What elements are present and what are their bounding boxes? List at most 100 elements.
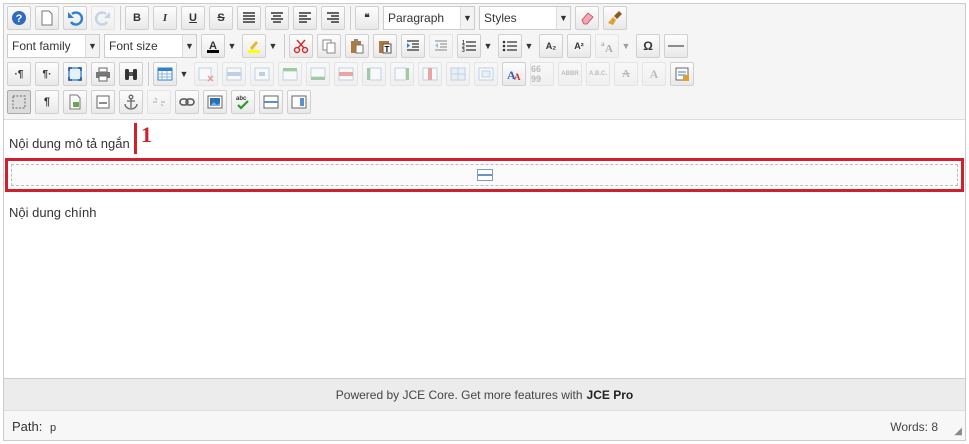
table-button[interactable] — [153, 62, 177, 86]
font-color-button[interactable]: A — [201, 34, 225, 58]
font-color-dropdown[interactable]: ▼ — [226, 34, 238, 58]
fullscreen-button[interactable] — [63, 62, 87, 86]
separator — [284, 34, 285, 58]
svg-text:?: ? — [16, 13, 23, 25]
abbr-button[interactable]: ABBR — [558, 62, 582, 86]
bold-button[interactable]: B — [125, 6, 149, 30]
redo-button[interactable] — [91, 6, 115, 30]
font-size-adjust-button[interactable]: aA — [595, 34, 619, 58]
highlight-dropdown[interactable]: ▼ — [267, 34, 279, 58]
special-char-button[interactable]: Ω — [636, 34, 660, 58]
align-right-button[interactable] — [321, 6, 345, 30]
col-before-button[interactable] — [362, 62, 386, 86]
underline-button[interactable]: U — [181, 6, 205, 30]
strikethrough-button[interactable]: S — [209, 6, 233, 30]
numbered-list-dropdown[interactable]: ▼ — [482, 34, 494, 58]
paste-text-icon: T — [379, 41, 392, 54]
paste-text-button[interactable]: T — [373, 34, 397, 58]
outdent-button[interactable] — [429, 34, 453, 58]
image-button[interactable] — [203, 90, 227, 114]
toolbar-row-3: ·¶ ¶· ▼ A A 66 99 ABBR A.B.C. A A — [7, 62, 698, 86]
indent-button[interactable] — [401, 34, 425, 58]
layout-icon — [291, 95, 307, 109]
rtl-button[interactable]: ¶· — [35, 62, 59, 86]
show-blocks-button[interactable]: ¶ — [35, 90, 59, 114]
jce-pro-link[interactable]: JCE Pro — [587, 388, 634, 402]
attribs-button[interactable] — [670, 62, 694, 86]
bullet-list-button[interactable] — [498, 34, 522, 58]
unlink-icon — [153, 97, 165, 107]
subscript-button[interactable]: A₂ — [539, 34, 563, 58]
resize-handle-icon[interactable]: ◢ — [954, 426, 962, 437]
split-cells-button[interactable] — [446, 62, 470, 86]
link-button[interactable] — [175, 90, 199, 114]
delete-row-button[interactable] — [334, 62, 358, 86]
visual-aid-button[interactable] — [7, 90, 31, 114]
anchor-button[interactable] — [119, 90, 143, 114]
undo-button[interactable] — [63, 6, 87, 30]
row-after-button[interactable] — [306, 62, 330, 86]
main-content-paragraph[interactable]: Nội dung chính — [9, 205, 96, 220]
paragraph-format-value: Paragraph — [388, 11, 445, 25]
ins-button[interactable]: A — [642, 62, 666, 86]
remove-format-button[interactable] — [575, 6, 599, 30]
font-family-value: Font family — [12, 39, 71, 53]
paragraph-format-select[interactable]: Paragraph ▼ — [383, 6, 475, 30]
row-props-button[interactable] — [222, 62, 246, 86]
readmore-icon — [263, 95, 279, 109]
path-value[interactable]: p — [50, 422, 56, 434]
paste-button[interactable] — [345, 34, 369, 58]
print-icon — [96, 67, 110, 82]
superscript-button[interactable]: A² — [567, 34, 591, 58]
new-document-button[interactable] — [35, 6, 59, 30]
merge-cells-button[interactable] — [474, 62, 498, 86]
spellcheck-button[interactable]: abc — [231, 90, 255, 114]
print-button[interactable] — [91, 62, 115, 86]
cut-button[interactable] — [289, 34, 313, 58]
cleanup-button[interactable] — [603, 6, 627, 30]
bullet-list-dropdown[interactable]: ▼ — [523, 34, 535, 58]
unlink-button[interactable] — [147, 90, 171, 114]
style-props-button[interactable]: AA — [502, 62, 526, 86]
cite-button[interactable]: 66 99 — [530, 62, 554, 86]
font-size-select[interactable]: Font size ▼ — [104, 34, 197, 58]
blockquote-button[interactable]: ❝ — [355, 6, 379, 30]
toolbar-row-2: Font family ▼ Font size ▼ A ▼ ▼ T 1 2 3 … — [7, 34, 692, 58]
delete-table-button[interactable] — [194, 62, 218, 86]
delete-col-button[interactable] — [418, 62, 442, 86]
font-size-adjust-dropdown[interactable]: ▼ — [620, 34, 632, 58]
numbered-list-button[interactable]: 123 — [457, 34, 481, 58]
del-button[interactable]: A — [614, 62, 638, 86]
editor-content[interactable]: Nội dung mô tả ngắn 1 Nội dung chính — [4, 120, 965, 378]
help-button[interactable]: ? — [7, 6, 31, 30]
copy-button[interactable] — [317, 34, 341, 58]
styles-select[interactable]: Styles ▼ — [479, 6, 571, 30]
readmore-button[interactable] — [259, 90, 283, 114]
col-after-button[interactable] — [390, 62, 414, 86]
row-before-button[interactable] — [278, 62, 302, 86]
superscript-label: A² — [574, 41, 584, 51]
template-button[interactable] — [63, 90, 87, 114]
cut-icon — [293, 39, 309, 54]
align-center-button[interactable] — [265, 6, 289, 30]
underline-label: U — [189, 12, 197, 24]
search-button[interactable] — [119, 62, 143, 86]
table-icon — [157, 67, 173, 81]
ltr-button[interactable]: ·¶ — [7, 62, 31, 86]
highlight-icon — [248, 41, 260, 53]
acronym-button[interactable]: A.B.C. — [586, 62, 610, 86]
font-color-icon: A — [207, 40, 219, 53]
horizontal-rule-button[interactable] — [664, 34, 688, 58]
cell-props-button[interactable] — [250, 62, 274, 86]
short-description-paragraph[interactable]: Nội dung mô tả ngắn — [9, 136, 130, 151]
visual-aid-icon — [12, 95, 26, 109]
align-left-button[interactable] — [293, 6, 317, 30]
align-justify-button[interactable] — [237, 6, 261, 30]
font-family-select[interactable]: Font family ▼ — [7, 34, 100, 58]
pagebreak-button[interactable] — [91, 90, 115, 114]
readmore-separator[interactable] — [11, 164, 958, 186]
italic-button[interactable]: I — [153, 6, 177, 30]
highlight-button[interactable] — [242, 34, 266, 58]
table-dropdown[interactable]: ▼ — [178, 62, 190, 86]
article-layout-button[interactable] — [287, 90, 311, 114]
